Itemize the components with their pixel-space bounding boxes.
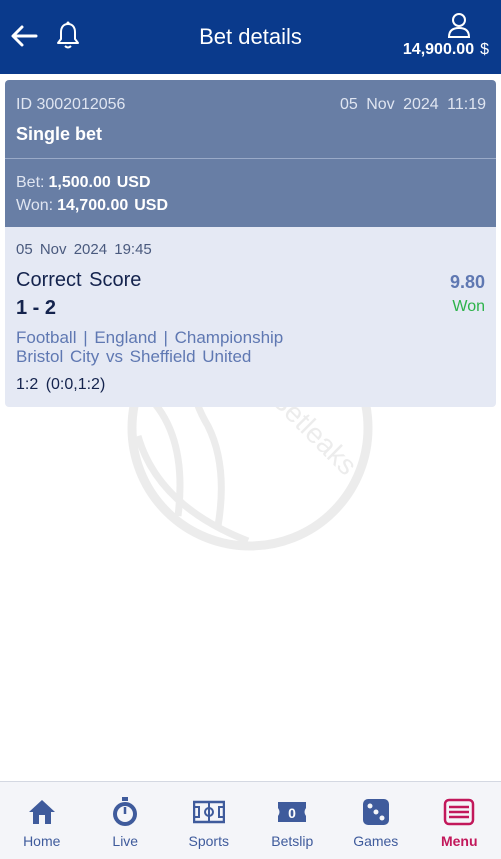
betslip-icon: 0 — [278, 802, 307, 822]
match-result: 1:2 (0:0,1:2) — [16, 376, 106, 393]
nav-label: Games — [353, 833, 399, 849]
nav-label: Betslip — [271, 833, 314, 849]
nav-label: Live — [112, 833, 139, 849]
market-name: Correct Score — [16, 269, 142, 291]
bet-type: Single bet — [16, 124, 103, 144]
won-amount: 14,700.00 — [57, 197, 129, 214]
balance-currency: $ — [480, 41, 489, 58]
nav-item-sports[interactable]: Sports — [167, 782, 251, 859]
event-details: 05 Nov 2024 19:45 Correct Score 9.80 1 -… — [5, 227, 496, 407]
nav-item-menu[interactable]: Menu — [418, 782, 501, 859]
balance-amount: 14,900.00 — [402, 41, 475, 58]
bet-label: Bet: — [16, 174, 45, 191]
event-path: Football | England | Championship — [16, 328, 284, 347]
menu-icon — [444, 798, 475, 826]
app-header: Bet details 14,900.00 $ — [0, 0, 501, 74]
bet-id: ID 3002012056 — [16, 96, 126, 113]
nav-label: Home — [23, 833, 61, 849]
pitch-icon — [192, 800, 225, 824]
bet-date: 05 Nov 2024 11:19 — [339, 96, 486, 113]
bottom-nav: Home Live Sports 0 Betslip Games Menu — [0, 781, 501, 859]
account-balance[interactable]: 14,900.00 $ — [403, 41, 489, 59]
betslip-count: 0 — [288, 805, 296, 821]
odds-value: 9.80 — [449, 272, 485, 292]
nav-item-live[interactable]: Live — [84, 782, 168, 859]
status-badge: Won — [452, 298, 485, 315]
dice-icon — [362, 799, 389, 825]
bet-amount: 1,500.00 — [48, 174, 111, 191]
bet-won-line: Won: 14,700.00 USD — [16, 197, 168, 215]
nav-label: Menu — [440, 833, 478, 849]
won-label: Won: — [16, 197, 54, 214]
bet-summary: ID 3002012056 05 Nov 2024 11:19 Single b… — [5, 80, 496, 227]
nav-item-betslip[interactable]: 0 Betslip — [251, 782, 335, 859]
won-currency: USD — [134, 197, 169, 214]
nav-item-games[interactable]: Games — [334, 782, 418, 859]
event-date: 05 Nov 2024 19:45 — [16, 241, 152, 258]
match-name: Bristol City vs Sheffield United — [16, 347, 252, 366]
nav-label: Sports — [188, 833, 229, 849]
bet-currency: USD — [116, 174, 151, 191]
home-icon — [28, 800, 55, 824]
divider — [5, 158, 496, 159]
nav-item-home[interactable]: Home — [0, 782, 84, 859]
stopwatch-icon — [113, 797, 138, 826]
selection: 1 - 2 — [16, 297, 57, 319]
user-icon[interactable] — [447, 12, 471, 38]
bet-card: ID 3002012056 05 Nov 2024 11:19 Single b… — [5, 80, 496, 407]
bet-stake-line: Bet: 1,500.00 USD — [16, 174, 151, 192]
